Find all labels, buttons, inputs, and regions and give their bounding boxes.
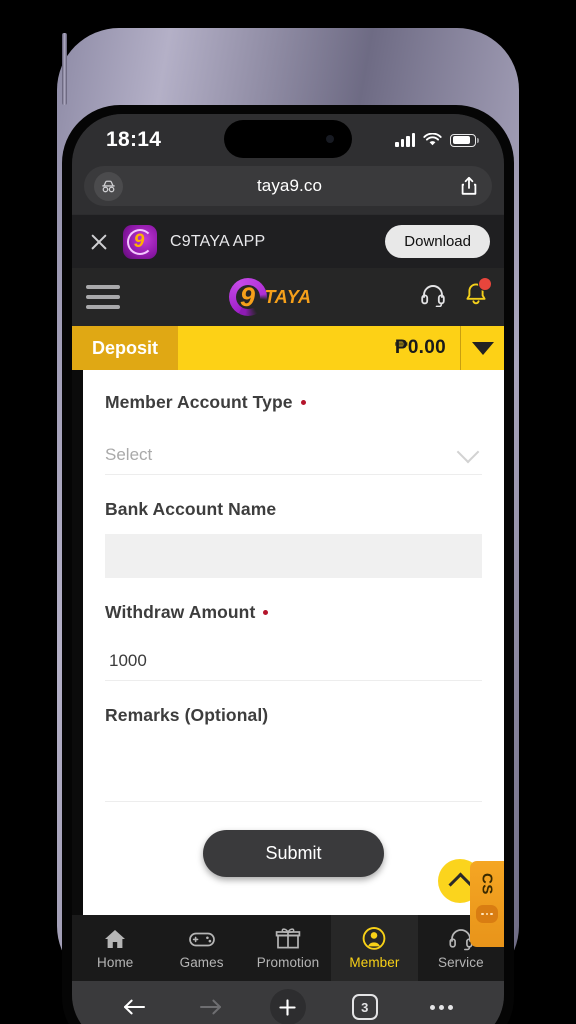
phone-screen: 18:14 taya9.co 9 C9TAYA APP Download 9 T… — [72, 114, 504, 1024]
hamburger-menu-icon[interactable] — [86, 285, 120, 309]
withdraw-form: Member Account Type Select Bank Account … — [83, 370, 504, 915]
headset-icon[interactable] — [420, 283, 446, 312]
field-label: Bank Account Name — [105, 499, 482, 520]
status-bar-time: 18:14 — [106, 128, 162, 151]
required-indicator — [263, 610, 269, 615]
safari-bottom-toolbar: 3 — [72, 981, 504, 1024]
close-icon[interactable] — [88, 231, 110, 253]
phone-bezel: 18:14 taya9.co 9 C9TAYA APP Download 9 T… — [62, 105, 514, 1024]
submit-row: Submit — [105, 830, 482, 877]
tabs-button[interactable]: 3 — [326, 994, 403, 1020]
field-label-text: Bank Account Name — [105, 499, 277, 519]
status-bar-indicators — [395, 133, 479, 147]
field-label-text: Remarks (Optional) — [105, 705, 269, 725]
battery-icon — [450, 133, 479, 147]
field-label: Remarks (Optional) — [105, 705, 482, 726]
gift-icon — [275, 928, 301, 949]
field-label-text: Withdraw Amount — [105, 602, 256, 622]
back-button[interactable] — [96, 997, 173, 1017]
balance-amount: ₱0.00 — [394, 337, 446, 358]
submit-button[interactable]: Submit — [203, 830, 384, 877]
field-remarks: Remarks (Optional) — [105, 705, 482, 804]
nav-label: Games — [179, 954, 224, 970]
field-label-text: Member Account Type — [105, 392, 293, 412]
tab-count: 3 — [351, 994, 378, 1020]
app-smart-banner: 9 C9TAYA APP Download — [72, 214, 504, 268]
nav-item-member[interactable]: Member — [331, 915, 418, 981]
customer-service-tab[interactable]: CS — [470, 861, 504, 947]
power-button[interactable] — [62, 33, 67, 105]
c9taya-app-icon: 9 — [123, 224, 157, 259]
chat-bubble-icon — [476, 904, 498, 923]
field-withdraw-amount: Withdraw Amount 1000 — [105, 602, 482, 683]
back-arrow-icon — [124, 999, 146, 1015]
bell-icon[interactable] — [464, 277, 492, 312]
nav-label: Promotion — [256, 955, 320, 970]
app-banner-name: C9TAYA APP — [170, 232, 266, 250]
safari-url-bar-container: taya9.co — [72, 166, 504, 214]
site-header: 9 TAYA — [72, 268, 504, 326]
triangle-down-icon — [471, 341, 494, 355]
home-icon — [105, 929, 126, 948]
field-label: Withdraw Amount — [105, 602, 482, 623]
wifi-icon — [423, 133, 442, 146]
incognito-icon[interactable] — [94, 171, 123, 201]
logo-text: TAYA — [264, 286, 312, 307]
phone-frame: 18:14 taya9.co 9 C9TAYA APP Download 9 T… — [57, 28, 519, 1024]
more-button[interactable] — [403, 1004, 480, 1010]
app-bottom-nav: Home Games Promotion Member Service — [72, 915, 504, 981]
balance-bar: Deposit ₱0.00 — [72, 326, 504, 370]
logo-ring-icon: 9 — [228, 278, 267, 316]
required-indicator — [300, 400, 306, 405]
field-member-account-type: Member Account Type Select — [105, 392, 482, 477]
field-bank-account-name: Bank Account Name — [105, 499, 482, 580]
cs-label: CS — [478, 873, 496, 895]
nav-label: Service — [437, 954, 484, 970]
nav-label: Home — [96, 954, 134, 970]
notification-badge — [478, 277, 492, 291]
field-label: Member Account Type — [105, 392, 482, 413]
safari-url-bar[interactable]: taya9.co — [84, 166, 492, 206]
new-tab-button[interactable] — [250, 989, 327, 1024]
cellular-bars-icon — [395, 133, 415, 147]
forward-button[interactable] — [173, 997, 250, 1017]
logo-mark: 9 — [239, 281, 256, 312]
ios-status-bar: 18:14 — [72, 114, 504, 166]
deposit-button[interactable]: Deposit — [72, 326, 179, 370]
url-text[interactable]: taya9.co — [123, 176, 456, 196]
chevron-up-icon — [447, 871, 473, 897]
header-icons — [420, 277, 492, 312]
screenshot-root: 18:14 taya9.co 9 C9TAYA APP Download 9 T… — [0, 0, 576, 1024]
member-account-type-select[interactable]: Select — [105, 435, 482, 475]
page-body: Member Account Type Select Bank Account … — [72, 370, 504, 947]
site-logo[interactable]: 9 TAYA — [130, 278, 410, 316]
user-icon — [363, 927, 386, 950]
plus-icon — [269, 989, 306, 1024]
withdraw-amount-input[interactable]: 1000 — [105, 641, 482, 681]
share-icon[interactable] — [456, 176, 482, 196]
balance-dropdown-button[interactable] — [460, 326, 504, 370]
select-placeholder: Select — [105, 444, 153, 464]
gamepad-icon — [188, 932, 215, 946]
nav-item-games[interactable]: Games — [158, 915, 244, 981]
download-button[interactable]: Download — [385, 225, 490, 258]
dynamic-island — [224, 120, 352, 158]
nav-item-home[interactable]: Home — [72, 915, 158, 981]
forward-arrow-icon — [200, 999, 222, 1015]
chevron-down-icon — [456, 440, 480, 463]
nav-item-promotion[interactable]: Promotion — [245, 915, 331, 981]
front-camera-icon — [326, 135, 334, 143]
nav-label: Member — [349, 955, 400, 970]
remarks-input[interactable] — [105, 752, 482, 802]
more-dots-icon — [430, 1004, 454, 1010]
bank-account-name-input — [105, 534, 482, 578]
